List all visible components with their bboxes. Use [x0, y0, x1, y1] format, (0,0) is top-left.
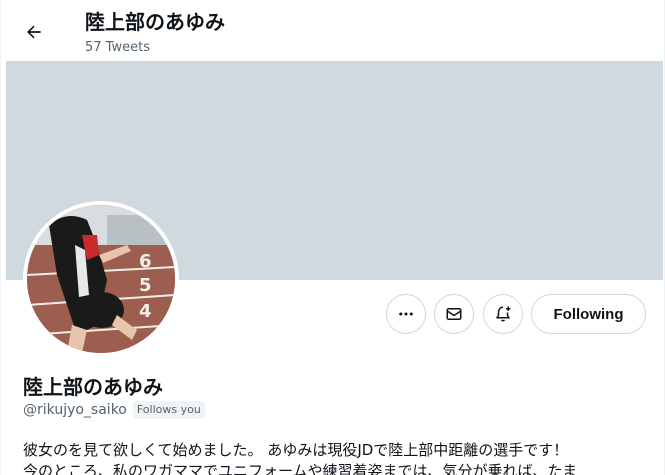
more-horizontal-icon [399, 312, 413, 316]
more-options-button[interactable] [386, 294, 426, 334]
profile-bio: 彼女のを見て欲しくて始めました。 あゆみは現役JDで陸上部中距離の選手です！ 今… [23, 440, 663, 475]
follows-you-badge: Follows you [132, 401, 205, 419]
message-button[interactable] [434, 294, 474, 334]
tweet-count: 57 Tweets [85, 40, 150, 55]
profile-header: 陸上部のあゆみ 57 Tweets [1, 0, 664, 61]
svg-text:4: 4 [139, 301, 152, 322]
svg-text:6: 6 [139, 251, 152, 272]
header-title: 陸上部のあゆみ [85, 10, 225, 34]
mail-icon [446, 308, 462, 320]
back-button[interactable] [15, 13, 53, 51]
svg-text:5: 5 [139, 275, 152, 296]
profile-handle: @rikujyo_saiko [23, 402, 127, 418]
bio-line: 彼女のを見て欲しくて始めました。 あゆみは現役JDで陸上部中距離の選手です！ [23, 441, 569, 459]
back-arrow-icon [27, 25, 41, 39]
bio-line: 今のところ、私のワガママでユニフォームや練習着姿までは、気分が乗れば、たま [23, 462, 578, 475]
profile-name: 陸上部のあゆみ [23, 375, 163, 399]
following-button[interactable]: Following [531, 294, 646, 334]
notification-bell-plus-icon [496, 306, 511, 322]
notifications-button[interactable] [483, 294, 523, 334]
avatar[interactable]: 6 5 4 [23, 201, 179, 357]
profile-page: 陸上部のあゆみ 57 Tweets 6 5 4 Following 陸上部のあゆ… [0, 0, 665, 475]
avatar-photo: 6 5 4 [27, 205, 175, 353]
handle-row: @rikujyo_saiko Follows you [23, 401, 205, 419]
